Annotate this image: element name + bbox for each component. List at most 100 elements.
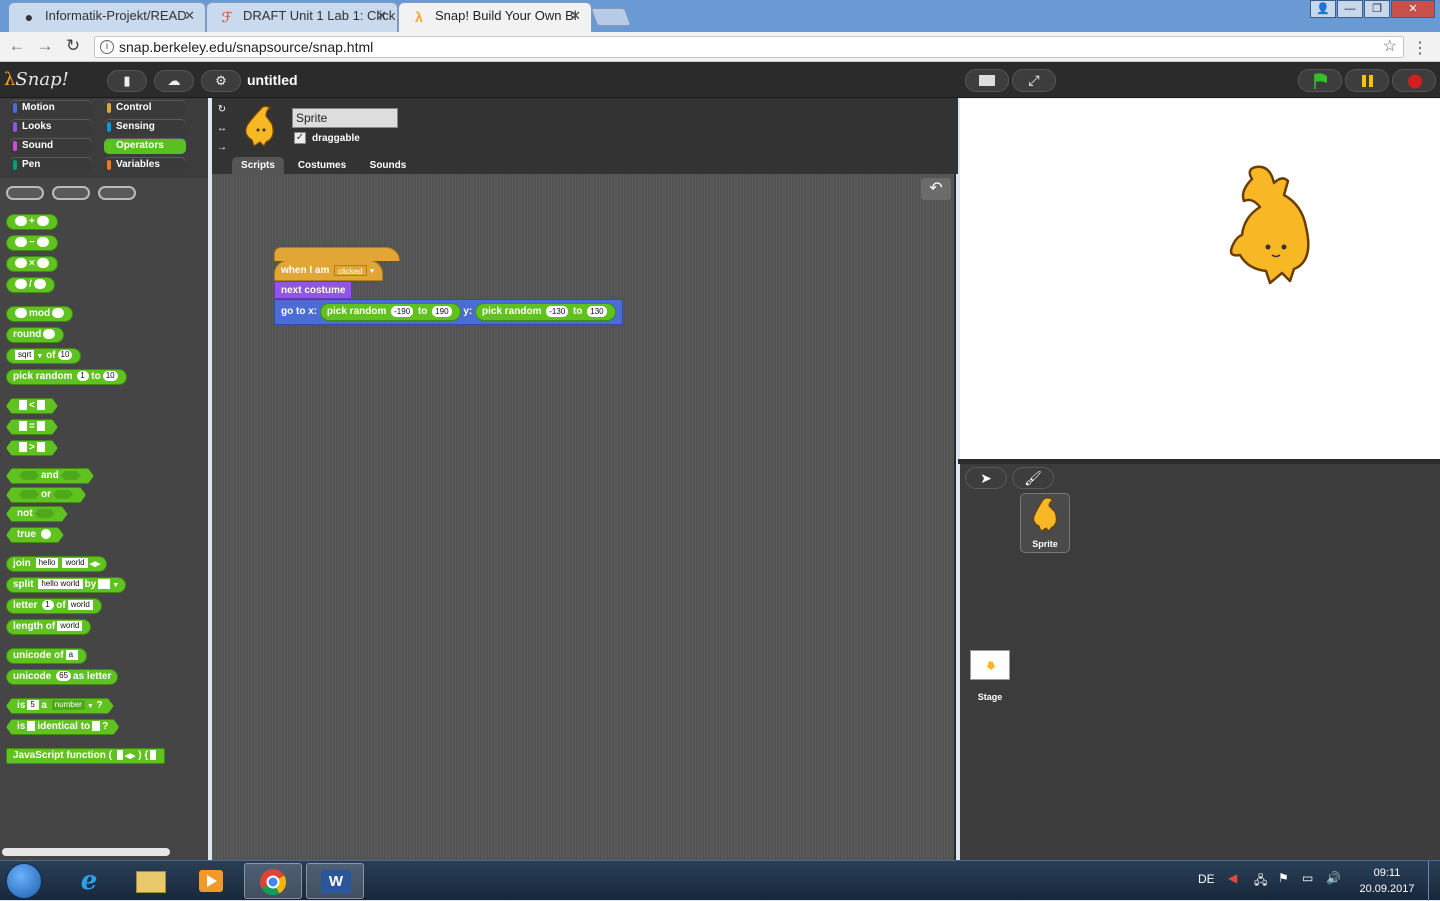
minimize-button[interactable]: — xyxy=(1337,0,1363,18)
input-slot[interactable] xyxy=(15,308,27,319)
boolean-slot[interactable] xyxy=(19,471,39,480)
browser-tab-github[interactable]: ● Informatik-Projekt/READ ✕ xyxy=(8,2,206,32)
greater-than-block[interactable]: > xyxy=(6,440,58,456)
volume-icon[interactable]: 🔊 xyxy=(1326,871,1341,885)
cloud-menu-button[interactable]: ☁ xyxy=(154,70,194,92)
predicate-ring-block[interactable] xyxy=(98,186,136,200)
input-slot[interactable]: -190 xyxy=(391,305,414,317)
when-i-am-clicked-hat-block[interactable]: when I am clicked ▼ xyxy=(274,260,383,281)
settings-gear-button[interactable]: ⚙ xyxy=(201,70,241,92)
close-icon[interactable]: ✕ xyxy=(184,3,195,29)
input-slot[interactable] xyxy=(15,258,27,269)
windows-start-button[interactable] xyxy=(6,863,42,899)
times-block[interactable]: × xyxy=(6,256,58,272)
chrome-taskbar-icon[interactable] xyxy=(244,863,302,899)
is-a-type-block[interactable]: is 5 a number ▼ ? xyxy=(6,698,114,714)
and-block[interactable]: and xyxy=(6,468,94,484)
input-slot[interactable]: 130 xyxy=(587,305,607,317)
undo-icon[interactable]: ↶ xyxy=(921,178,951,200)
true-block[interactable]: true xyxy=(6,527,64,543)
dropdown-arrow-icon[interactable]: ▼ xyxy=(36,353,43,360)
command-ring-block[interactable] xyxy=(52,186,90,200)
user-icon[interactable]: 👤 xyxy=(1310,0,1336,18)
tab-scripts[interactable]: Scripts xyxy=(232,157,284,174)
rotation-leftright-icon[interactable]: ↔ xyxy=(215,122,229,136)
green-flag-button[interactable] xyxy=(1298,69,1342,92)
input-slot[interactable]: hello xyxy=(35,558,59,569)
input-slot[interactable]: 1 xyxy=(77,371,90,382)
javascript-function-block[interactable]: JavaScript function ( ◀▶ ) { xyxy=(6,748,166,764)
display-tray-icon[interactable]: ▭ xyxy=(1302,871,1313,885)
unicode-of-block[interactable]: unicode of a xyxy=(6,648,87,664)
input-slot[interactable]: 1 xyxy=(42,600,55,611)
dropdown-arrow-icon[interactable]: ▼ xyxy=(369,268,376,275)
input-slot[interactable] xyxy=(150,750,157,761)
media-player-icon[interactable] xyxy=(182,863,240,899)
unicode-as-letter-block[interactable]: unicode 65 as letter xyxy=(6,669,119,685)
input-slot[interactable] xyxy=(15,237,27,248)
category-control[interactable]: Control xyxy=(104,100,186,116)
join-block[interactable]: join hello world ◀▶ xyxy=(6,556,108,572)
mod-block[interactable]: mod xyxy=(6,306,74,322)
input-slot[interactable] xyxy=(36,258,49,269)
toggle-switch[interactable] xyxy=(41,529,51,539)
input-slot[interactable]: 190 xyxy=(432,305,452,317)
presentation-mode-button[interactable]: ⤢ xyxy=(1012,69,1056,92)
input-slot[interactable] xyxy=(116,750,123,761)
sprite-on-stage[interactable] xyxy=(1222,165,1322,293)
close-icon[interactable]: ✕ xyxy=(570,3,581,29)
round-block[interactable]: round xyxy=(6,327,65,343)
input-slot[interactable] xyxy=(37,442,45,452)
new-tab-button[interactable] xyxy=(590,8,632,26)
close-icon[interactable]: ✕ xyxy=(376,3,387,29)
input-slot[interactable] xyxy=(19,442,27,452)
reporter-ring-block[interactable] xyxy=(6,186,44,200)
rotation-full-icon[interactable]: ↻ xyxy=(215,103,229,117)
internet-explorer-icon[interactable]: e xyxy=(60,863,118,899)
letter-of-block[interactable]: letter 1 of world xyxy=(6,598,102,614)
tab-sounds[interactable]: Sounds xyxy=(362,157,414,174)
input-slot[interactable] xyxy=(52,308,65,319)
input-slot[interactable] xyxy=(92,721,100,731)
or-block[interactable]: or xyxy=(6,487,86,503)
input-slot[interactable] xyxy=(36,237,49,248)
category-variables[interactable]: Variables xyxy=(104,157,186,173)
arrows-icon[interactable]: ◀▶ xyxy=(125,753,136,760)
minus-block[interactable]: − xyxy=(6,235,58,251)
category-sensing[interactable]: Sensing xyxy=(104,119,186,135)
type-dropdown[interactable]: number xyxy=(52,700,85,710)
word-taskbar-icon[interactable]: W xyxy=(306,863,364,899)
url-field[interactable]: i snap.berkeley.edu/snapsource/snap.html… xyxy=(94,36,1404,58)
category-motion[interactable]: Motion xyxy=(10,100,92,116)
input-slot[interactable]: world xyxy=(57,621,83,632)
category-sound[interactable]: Sound xyxy=(10,138,92,154)
info-icon[interactable]: i xyxy=(100,40,114,54)
stop-button[interactable] xyxy=(1392,69,1436,92)
reload-icon[interactable]: ↻ xyxy=(62,36,84,56)
input-slot[interactable]: a xyxy=(65,650,78,661)
is-identical-block[interactable]: is identical to? xyxy=(6,719,119,735)
input-slot[interactable] xyxy=(27,721,35,731)
back-icon[interactable]: ← xyxy=(6,36,28,56)
boolean-slot[interactable] xyxy=(19,490,39,499)
input-slot[interactable] xyxy=(43,329,56,340)
split-block[interactable]: split hello world by ▼ xyxy=(6,577,127,593)
palette-scrollbar[interactable] xyxy=(2,848,170,856)
dropdown-arrow-icon[interactable]: ▼ xyxy=(112,582,119,589)
boolean-slot[interactable] xyxy=(61,471,81,480)
next-costume-block[interactable]: next costume xyxy=(274,281,353,299)
input-slot[interactable]: 10 xyxy=(57,350,73,361)
sqrt-of-block[interactable]: sqrt ▼ of 10 xyxy=(6,348,82,364)
input-slot[interactable]: 10 xyxy=(102,371,118,382)
stage-size-button[interactable] xyxy=(965,69,1009,92)
input-slot[interactable] xyxy=(15,216,27,227)
browser-tab-bjc[interactable]: ℱ DRAFT Unit 1 Lab 1: Click ✕ xyxy=(206,2,398,32)
close-window-button[interactable]: ✕ xyxy=(1391,0,1435,18)
input-slot[interactable] xyxy=(19,421,27,431)
boolean-slot[interactable] xyxy=(53,490,73,499)
input-slot[interactable]: 65 xyxy=(56,671,72,682)
warning-icon[interactable]: ◀ xyxy=(1228,871,1237,885)
arrows-icon[interactable]: ◀▶ xyxy=(90,561,101,568)
input-slot[interactable]: world xyxy=(67,600,93,611)
input-slot[interactable]: world xyxy=(62,558,88,569)
